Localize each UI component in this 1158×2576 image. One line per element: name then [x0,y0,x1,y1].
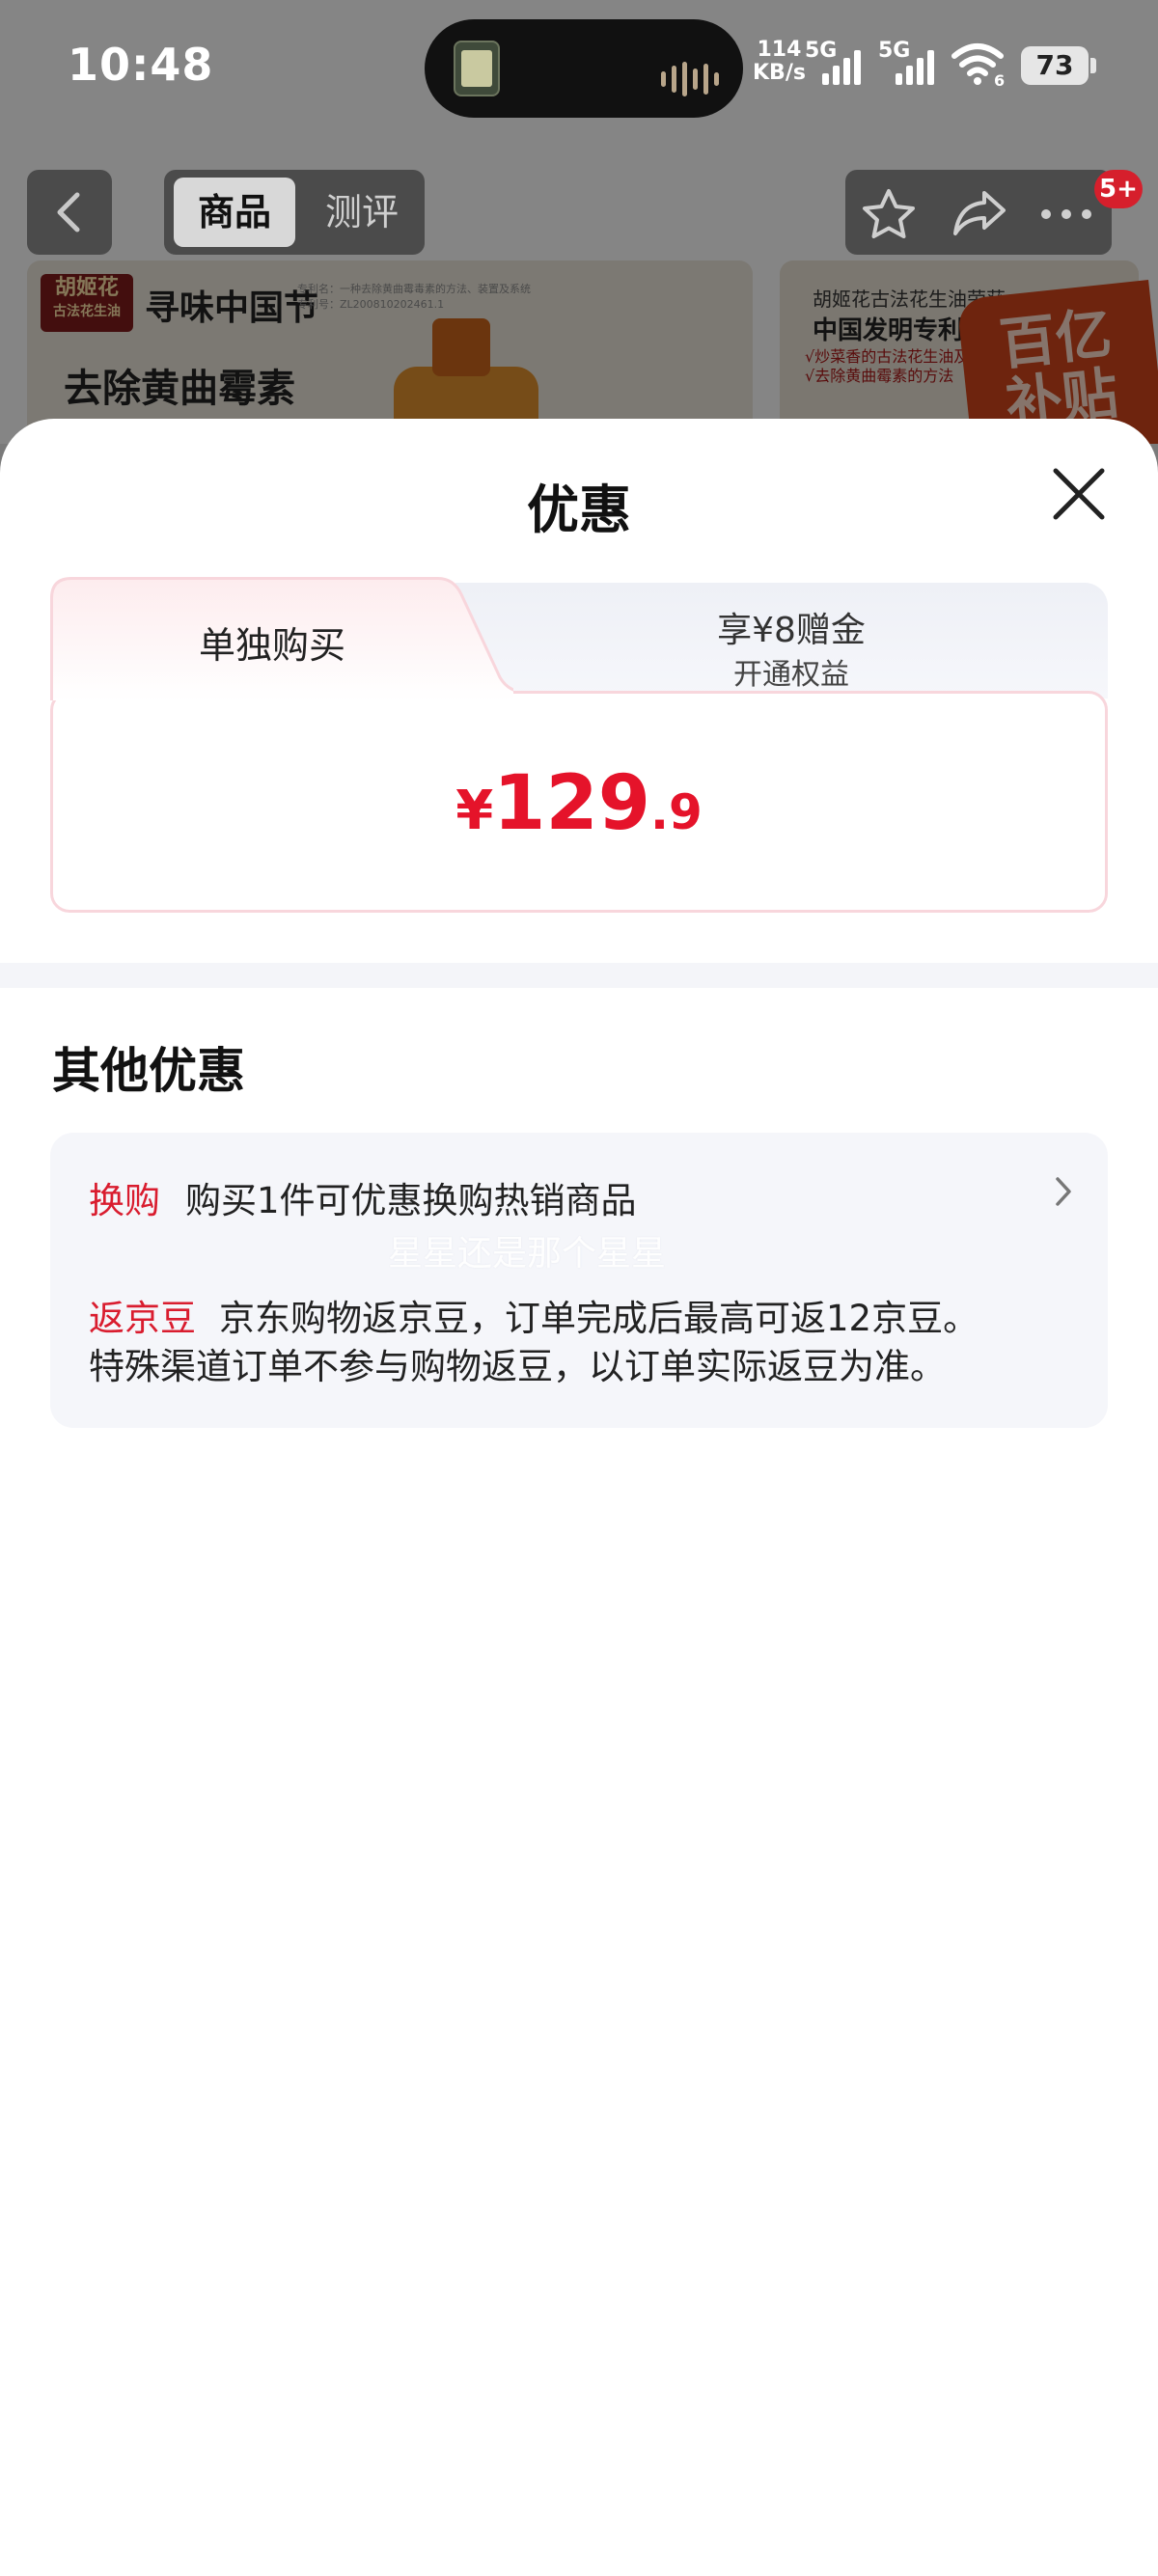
wifi-badge: 6 [994,71,1006,90]
share-icon[interactable] [950,187,1009,241]
music-cover-icon [454,41,500,96]
other-offers-title: 其他优惠 [52,1043,245,1099]
status-bar: 10:48 114 KB/s 5G 5G 6 73 [0,0,1158,135]
dynamic-island[interactable] [425,19,743,118]
jd-bean-text-1: 京东购物返京豆，订单完成后最高可返12京豆。 [219,1298,979,1339]
price-display: ¥129.9 [50,760,1108,847]
network-speed-value: 114 [757,38,802,62]
network-speed-unit: KB/s [753,61,806,85]
close-icon[interactable] [1052,467,1106,521]
network-speed: 114 KB/s [753,39,806,85]
tab-single-buy-label: 单独购买 [198,624,345,667]
more-icon[interactable] [1036,187,1096,241]
tab-bonus-subtitle: 开通权益 [733,658,849,692]
swap-offer-row[interactable]: 换购 购买1件可优惠换购热销商品 [89,1171,1054,1221]
tab-bonus-title: 享¥8赠金 [717,611,866,650]
other-offers-list: 换购 购买1件可优惠换购热销商品 星星还是那个星星 返京豆 京东购物返京豆，订单完… [50,1133,1108,1428]
back-button[interactable] [27,170,112,255]
signal-icon [896,50,934,85]
watermark-text: 星星还是那个星星 [388,1234,667,1274]
sheet-title: 优惠 [527,480,631,540]
price-integer: 129 [493,760,650,847]
chevron-right-icon[interactable] [1054,1175,1073,1208]
jd-bean-tag: 返京豆 [89,1298,196,1339]
chevron-left-icon [57,192,80,233]
jd-bean-text-2: 特殊渠道订单不参与购物返豆，以订单实际返豆为准。 [89,1346,946,1387]
tab-review[interactable]: 测评 [309,178,415,247]
tab-goods[interactable]: 商品 [174,178,295,247]
price-decimal: .9 [650,784,703,840]
audio-wave-icon [661,62,719,96]
discount-sheet: 优惠 享¥8赠金 开通权益 单独购买 ¥129.9 其他优惠 换购 购买1件可优… [0,419,1158,2576]
message-badge: 5+ [1094,170,1143,208]
purchase-plan-selector: 享¥8赠金 开通权益 单独购买 ¥129.9 [50,577,1108,913]
jd-bean-offer-row: 返京豆 京东购物返京豆，订单完成后最高可返12京豆。 特殊渠道订单不参与购物返豆，… [89,1295,1073,1391]
battery-icon: 73 [1021,46,1096,85]
product-page-background: 胡姬花 古法花生油 寻味中国节 专利名：一种去除黄曲霉毒素的方法、装置及系统 专… [0,0,1158,444]
swap-text: 购买1件可优惠换购热销商品 [185,1180,637,1221]
signal-icon [822,50,861,85]
section-divider [0,963,1158,988]
product-tabs: 商品 测评 [164,170,425,255]
star-icon[interactable] [859,187,919,241]
swap-tag: 换购 [89,1180,160,1221]
price-currency: ¥ [455,780,494,842]
nav-actions [845,170,1112,255]
status-time: 10:48 [68,39,214,91]
